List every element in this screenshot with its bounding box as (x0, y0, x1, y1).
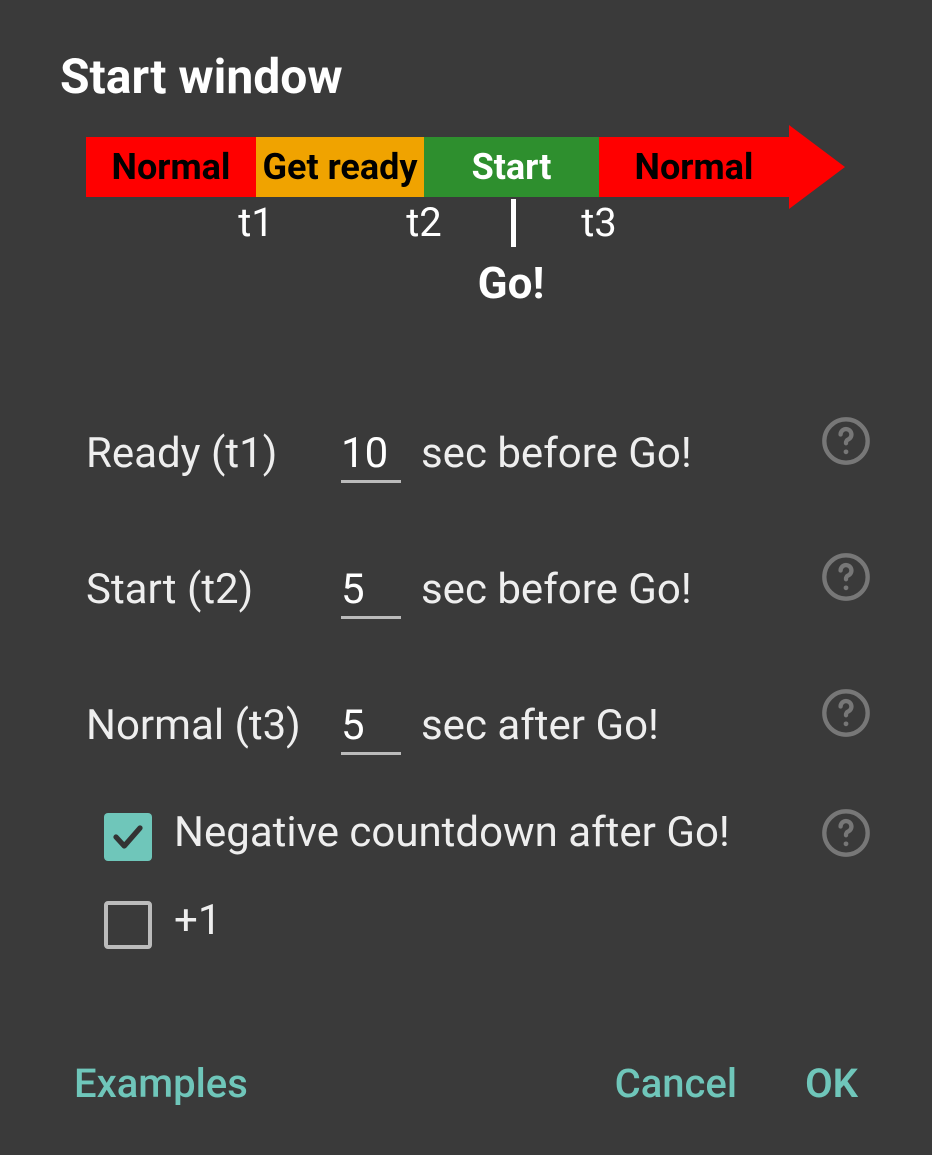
ok-button[interactable]: OK (795, 1052, 868, 1115)
help-icon[interactable] (820, 687, 872, 739)
dialog-title: Start window (60, 48, 872, 105)
timeline-ticks: t1 t2 t3 (86, 199, 872, 249)
tick-go-line (511, 199, 516, 247)
negative-countdown-checkbox[interactable] (104, 813, 152, 861)
plus1-label: +1 (174, 895, 872, 948)
row-ready-label: Ready (t1) (86, 429, 341, 478)
dialog-buttons: Examples Cancel OK (60, 1042, 872, 1115)
negative-countdown-label: Negative countdown after Go! (174, 807, 820, 860)
timeline-bar: Normal Get ready Start Normal (86, 137, 872, 197)
timeline-segment-normal2: Normal (599, 137, 789, 197)
row-plus1: +1 (104, 895, 872, 949)
timeline-diagram: Normal Get ready Start Normal t1 t2 t3 G… (86, 137, 872, 317)
row-normal-suffix: sec after Go! (421, 701, 820, 750)
start-t2-input[interactable] (341, 565, 401, 619)
start-window-dialog: Start window Normal Get ready Start Norm… (0, 0, 932, 1155)
row-start: Start (t2) sec before Go! (86, 551, 872, 619)
plus1-checkbox[interactable] (104, 901, 152, 949)
row-start-suffix: sec before Go! (421, 565, 820, 614)
timeline-segment-start: Start (424, 137, 599, 197)
help-icon[interactable] (820, 807, 872, 859)
row-start-label: Start (t2) (86, 565, 341, 614)
tick-t2: t2 (406, 199, 442, 246)
row-negative-countdown: Negative countdown after Go! (104, 807, 872, 861)
tick-go-label: Go! (478, 257, 545, 309)
help-icon[interactable] (820, 415, 872, 467)
row-ready-suffix: sec before Go! (421, 429, 820, 478)
row-normal-label: Normal (t3) (86, 701, 341, 750)
normal-t3-input[interactable] (341, 701, 401, 755)
row-normal: Normal (t3) sec after Go! (86, 687, 872, 755)
timeline-segment-normal1: Normal (86, 137, 256, 197)
tick-t1: t1 (238, 199, 274, 246)
tick-t3: t3 (581, 199, 617, 246)
timeline-arrowhead-icon (789, 125, 845, 209)
row-ready: Ready (t1) sec before Go! (86, 415, 872, 483)
help-icon[interactable] (820, 551, 872, 603)
ready-t1-input[interactable] (341, 429, 401, 483)
timeline-segment-ready: Get ready (256, 137, 424, 197)
cancel-button[interactable]: Cancel (605, 1052, 747, 1115)
examples-button[interactable]: Examples (64, 1052, 258, 1115)
